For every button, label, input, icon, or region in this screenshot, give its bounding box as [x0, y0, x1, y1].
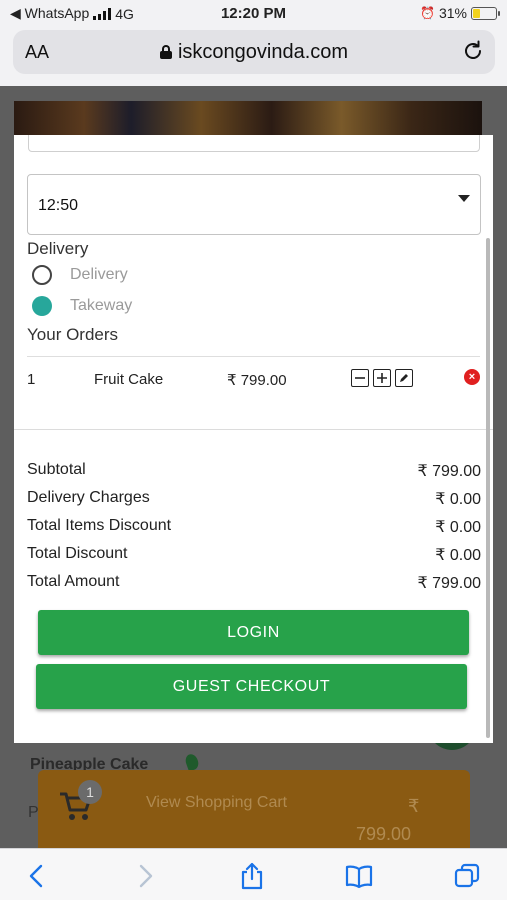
order-price: ₹ 799.00 — [227, 372, 287, 389]
delivery-section-title: Delivery — [27, 239, 89, 258]
browser-toolbar — [0, 848, 507, 900]
radio-delivery[interactable]: Delivery — [32, 265, 128, 285]
decrease-qty-button[interactable] — [351, 369, 369, 387]
dropdown-caret-icon — [458, 195, 470, 202]
battery-percent: 31% — [438, 5, 467, 21]
previous-field[interactable] — [28, 135, 480, 152]
guest-checkout-button[interactable]: GUEST CHECKOUT — [36, 664, 467, 709]
total-discount-label: Total Discount — [27, 545, 128, 562]
back-icon[interactable] — [22, 861, 52, 891]
radio-delivery-circle[interactable] — [32, 265, 52, 285]
address-bar[interactable]: AA iskcongovinda.com — [13, 30, 495, 74]
pencil-icon — [400, 374, 408, 382]
edit-item-button[interactable] — [395, 369, 413, 387]
summary-divider — [14, 429, 493, 430]
login-button[interactable]: LOGIN — [38, 610, 469, 655]
total-amount-row: Total Amount ₹ 799.00 — [27, 573, 481, 592]
tabs-icon[interactable] — [452, 861, 482, 891]
cart-count-badge: 1 — [78, 780, 102, 804]
total-amount-value: ₹ 799.00 — [417, 575, 481, 592]
order-name: Fruit Cake — [94, 371, 164, 388]
total-amount-label: Total Amount — [27, 573, 120, 590]
order-qty: 1 — [27, 371, 36, 388]
items-discount-label: Total Items Discount — [27, 517, 172, 534]
cart-modal: 12:50 Delivery Delivery Takeway Your Ord… — [14, 135, 493, 743]
subtotal-label: Subtotal — [27, 461, 86, 478]
cart-currency: ₹ — [408, 796, 420, 816]
total-discount-row: Total Discount ₹ 0.00 — [27, 545, 481, 564]
remove-item-icon[interactable]: × — [464, 369, 480, 385]
minus-icon — [355, 377, 365, 379]
items-discount-row: Total Items Discount ₹ 0.00 — [27, 517, 481, 536]
radio-delivery-label: Delivery — [70, 266, 128, 283]
your-orders-title: Your Orders — [27, 325, 119, 344]
view-cart-bar[interactable]: 1 View Shopping Cart ₹ 799.00 — [38, 770, 470, 848]
radio-takeaway-circle[interactable] — [32, 296, 52, 316]
url-text: iskcongovinda.com — [177, 41, 349, 63]
alarm-icon: ⏰ — [420, 6, 435, 20]
status-bar: ◀ WhatsApp 4G 12:20 PM ⏰ 31% — [0, 0, 507, 28]
reload-icon[interactable] — [461, 39, 485, 63]
subtotal-row: Subtotal ₹ 799.00 — [27, 461, 481, 480]
delivery-charges-label: Delivery Charges — [27, 489, 150, 506]
forward-icon[interactable] — [130, 861, 160, 891]
delivery-charges-row: Delivery Charges ₹ 0.00 — [27, 489, 481, 508]
items-discount-value: ₹ 0.00 — [435, 519, 481, 536]
orders-divider — [27, 356, 480, 357]
radio-takeaway[interactable]: Takeway — [32, 296, 132, 316]
view-cart-label: View Shopping Cart — [146, 794, 288, 811]
total-discount-value: ₹ 0.00 — [435, 547, 481, 564]
radio-takeaway-label: Takeway — [70, 297, 133, 314]
delivery-charges-value: ₹ 0.00 — [435, 491, 481, 508]
time-select-value: 12:50 — [38, 197, 79, 214]
time-select[interactable]: 12:50 — [27, 174, 481, 235]
battery-icon — [471, 6, 500, 20]
order-row: 1 Fruit Cake ₹ 799.00 × — [27, 369, 480, 391]
cart-total: 799.00 — [356, 824, 412, 844]
subtotal-value: ₹ 799.00 — [417, 463, 481, 480]
modal-scrollbar[interactable] — [486, 238, 490, 738]
lock-icon — [159, 45, 172, 59]
plus-icon — [377, 373, 387, 383]
share-icon[interactable] — [237, 861, 267, 891]
bookmarks-icon[interactable] — [344, 861, 374, 891]
increase-qty-button[interactable] — [373, 369, 391, 387]
veg-leaf-icon — [183, 752, 201, 772]
